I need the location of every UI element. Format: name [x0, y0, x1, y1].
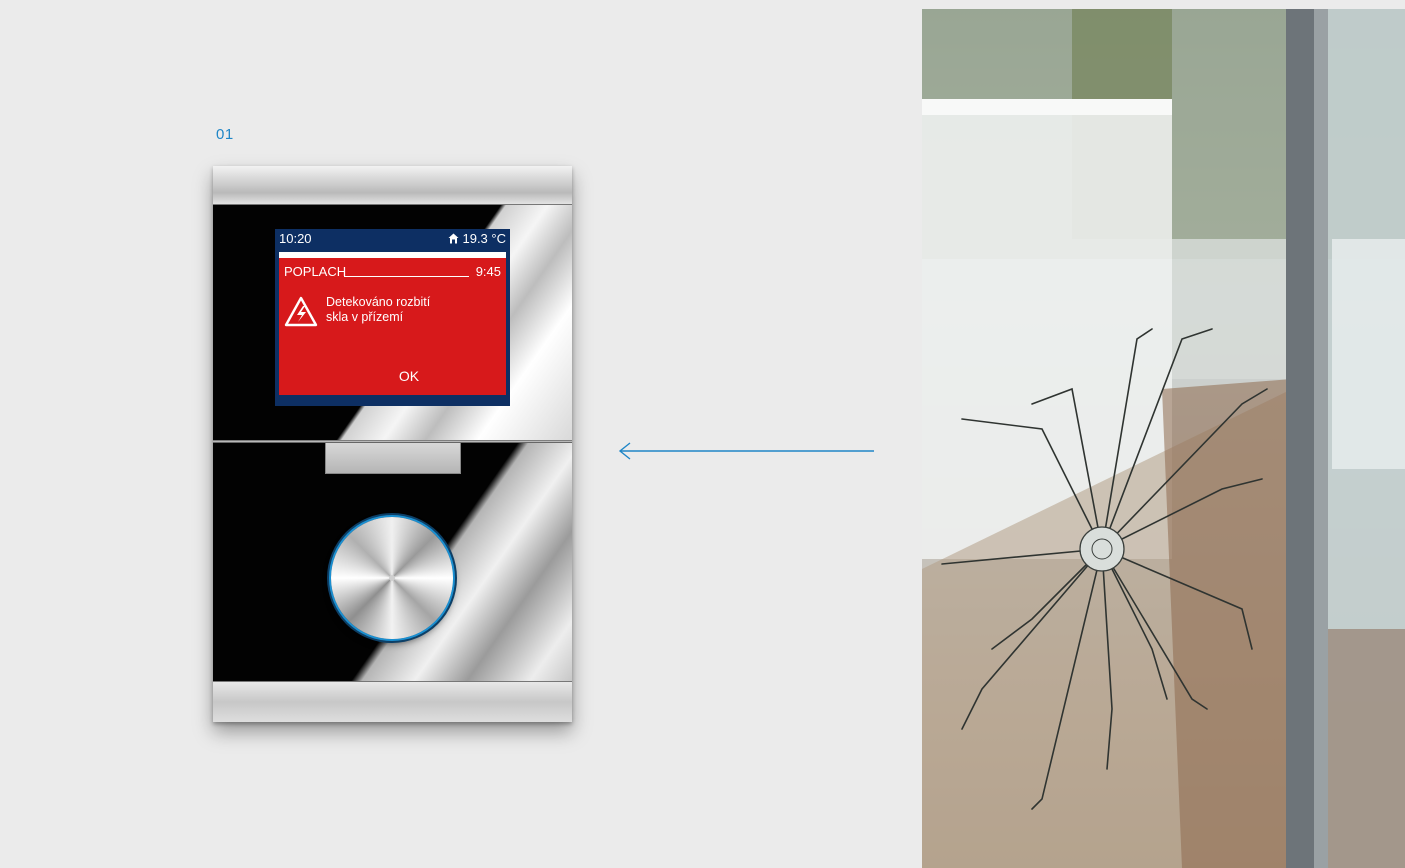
alarm-message: Detekováno rozbití skla v přízemí	[326, 295, 496, 325]
sensor-window	[325, 443, 461, 474]
alarm-header-rule	[344, 276, 469, 277]
status-time: 10:20	[279, 231, 312, 246]
broken-glass-warning-icon	[284, 296, 318, 327]
alarm-title: POPLACH	[284, 264, 347, 279]
alarm-dialog: POPLACH 9:45 Detekováno rozbití skla v p…	[279, 252, 506, 395]
control-panel-device: 10:20 19.3 °C POPLACH 9:45 Detekováno ro…	[213, 166, 572, 722]
alarm-time: 9:45	[475, 264, 501, 279]
broken-glass-illustration	[922, 9, 1405, 868]
broken-glass-photo	[922, 9, 1405, 868]
status-temperature-group: 19.3 °C	[448, 229, 506, 248]
figure-number: 01	[216, 126, 234, 143]
device-frame-bottom	[213, 681, 572, 722]
display-panel: 10:20 19.3 °C POPLACH 9:45 Detekováno ro…	[213, 205, 572, 440]
device-screen: 10:20 19.3 °C POPLACH 9:45 Detekováno ro…	[275, 229, 510, 406]
status-bar: 10:20 19.3 °C	[275, 229, 510, 248]
alarm-header: POPLACH 9:45	[284, 263, 501, 281]
status-temperature: 19.3 °C	[462, 231, 506, 246]
arrow-left-icon	[618, 442, 874, 460]
ok-button[interactable]: OK	[389, 366, 429, 386]
alarm-message-line1: Detekováno rozbití	[326, 295, 431, 309]
house-icon	[448, 233, 459, 244]
alarm-message-line2: skla v přízemí	[326, 310, 404, 324]
device-frame-top	[213, 166, 572, 205]
rotary-knob[interactable]	[331, 517, 453, 639]
control-panel-lower	[213, 443, 572, 681]
